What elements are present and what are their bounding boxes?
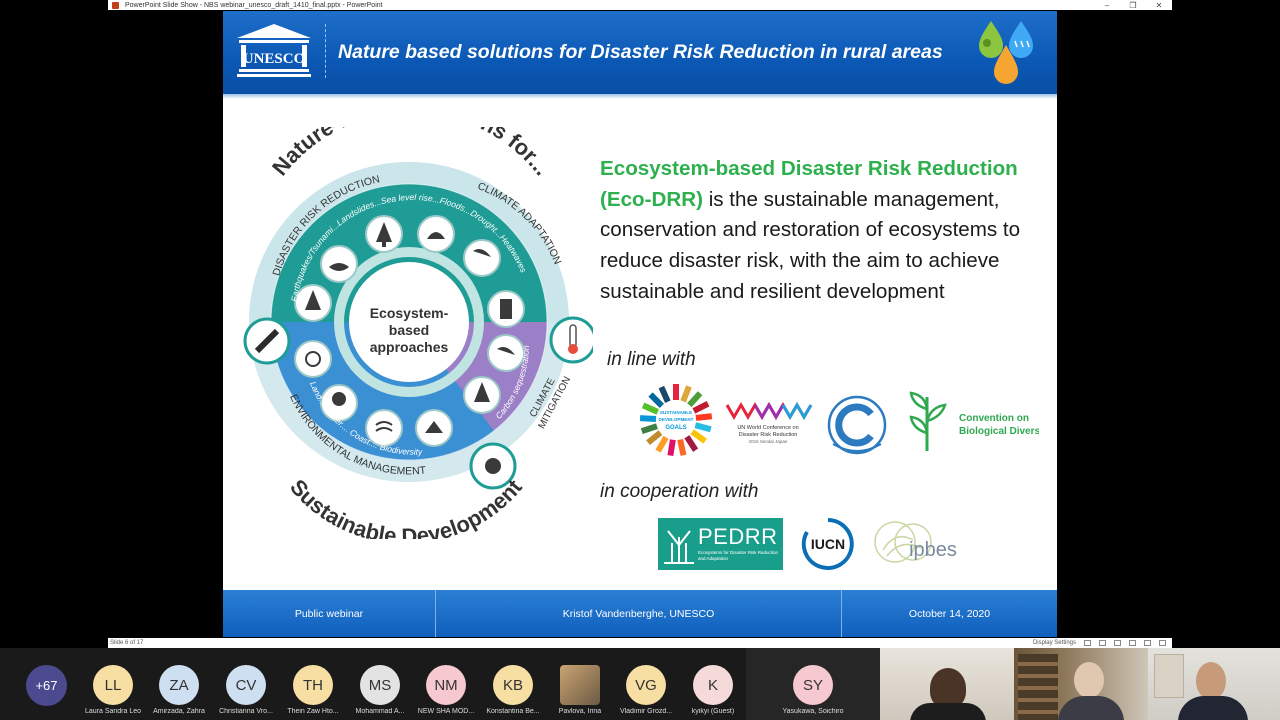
eco-drr-description: Ecosystem-based Disaster Risk Reduction …: [600, 154, 1052, 308]
participant-name: NEW SHA MOD...: [417, 708, 475, 715]
cbd-line1: Convention on: [959, 413, 1029, 424]
participant-name: Amirzada, Zahra: [153, 708, 205, 715]
wheel-center-line3: approaches: [370, 339, 449, 355]
participant-name: Mohammad A...: [355, 708, 405, 715]
powerpoint-icon: [112, 1, 119, 9]
participant-name: Yasukawa, Soichiro: [782, 708, 844, 715]
ipbes-text: ipbes: [909, 539, 957, 561]
pedrr-subtext: Ecosystems for Disaster Risk Reduction a…: [698, 550, 779, 561]
sdg-text-2: DEVELOPMENT: [659, 417, 694, 422]
wcdrr-line2: Disaster Risk Reduction: [739, 432, 798, 438]
pedrr-text: PEDRR: [698, 524, 778, 549]
slide-footer: Public webinar Kristof Vandenberghe, UNE…: [223, 590, 1057, 637]
slide-counter: Slide 6 of 17: [110, 640, 144, 646]
next-slide-icon[interactable]: [1099, 640, 1106, 646]
avatar: KB: [493, 665, 533, 705]
person-head: [1074, 662, 1104, 698]
normal-view-icon[interactable]: [1114, 640, 1121, 646]
participant-video[interactable]: [880, 648, 1014, 720]
participant-tile-active[interactable]: SY Yasukawa, Soichiro: [746, 648, 880, 720]
person-body: [1058, 696, 1124, 720]
water-drops-icon: [979, 21, 1033, 84]
footer-date: October 14, 2020: [908, 607, 991, 620]
prev-slide-icon[interactable]: [1084, 640, 1091, 646]
cbd-logo: Convention on Biological Diversity: [909, 391, 1039, 451]
sdg-logo: SUSTAINABLE DEVELOPMENT GOALS: [639, 384, 713, 457]
sdg-text-1: SUSTAINABLE: [660, 410, 692, 415]
avatar: NM: [426, 665, 466, 705]
footer-event: Public webinar: [223, 590, 436, 637]
avatar-photo: [560, 665, 600, 705]
participant-tile[interactable]: ZA Amirzada, Zahra: [146, 648, 212, 720]
participant-name: Christianna Vro...: [219, 708, 273, 715]
participant-name: Vladimir Grozd...: [619, 708, 673, 715]
person-body: [910, 703, 986, 720]
wcdrr-line1: UN World Conference on: [737, 425, 798, 431]
pedrr-tree-icon: [664, 530, 694, 564]
iucn-logo: IUCN: [801, 518, 854, 570]
participant-name: Konstantina Be...: [486, 708, 540, 715]
close-button[interactable]: ✕: [1146, 1, 1172, 10]
person-body: [1178, 696, 1248, 720]
wcdrr-line3: 2015 Sendai Japan: [749, 439, 788, 444]
in-line-with-label: in line with: [607, 349, 696, 370]
slideshow-status-bar: Slide 6 of 17 Display Settings: [108, 638, 1172, 648]
avatar: TH: [293, 665, 333, 705]
unesco-logo: UNESCO: [237, 24, 311, 77]
avatar: CV: [226, 665, 266, 705]
slide[interactable]: UNESCO Nature based solutions for Disast…: [223, 11, 1057, 637]
participant-tile[interactable]: KB Konstantina Be...: [480, 648, 546, 720]
avatar: VG: [626, 665, 666, 705]
in-cooperation-with-label: in cooperation with: [600, 481, 759, 502]
window-title-bar: PowerPoint Slide Show - NBS webinar_unes…: [108, 0, 1172, 10]
person-head: [930, 668, 966, 708]
avatar: SY: [793, 665, 833, 705]
wheel-center-line1: Ecosystem-: [370, 305, 449, 321]
participant-tile[interactable]: TH Thein Zaw Hto...: [280, 648, 346, 720]
pedrr-logo: PEDRR Ecosystems for Disaster Risk Reduc…: [658, 518, 783, 570]
participant-video[interactable]: [1014, 648, 1148, 720]
participant-name: Laura Sandra Leo: [84, 708, 142, 715]
reading-view-icon[interactable]: [1144, 640, 1151, 646]
participant-tile[interactable]: Pavlova, Irina: [547, 648, 613, 720]
participant-name: Pavlova, Irina: [558, 708, 602, 715]
nature-based-solutions-wheel: Ecosystem- based approaches Nature-based…: [243, 127, 593, 539]
avatar: MS: [360, 665, 400, 705]
person-head: [1196, 662, 1226, 700]
header-shadow: [223, 94, 1057, 99]
participant-tile[interactable]: LL Laura Sandra Leo: [80, 648, 146, 720]
display-settings-button[interactable]: Display Settings: [1033, 640, 1076, 646]
wcdrr-logo: UN World Conference on Disaster Risk Red…: [725, 402, 813, 444]
wheel-center-line2: based: [389, 322, 429, 338]
participant-tile[interactable]: CV Christianna Vro...: [213, 648, 279, 720]
iucn-text: IUCN: [811, 536, 845, 552]
header-divider: [325, 24, 326, 78]
avatar: ZA: [159, 665, 199, 705]
unfccc-logo: [827, 395, 887, 455]
ipbes-logo: ipbes: [874, 521, 957, 563]
avatar: K: [693, 665, 733, 705]
restore-button[interactable]: ❐: [1120, 1, 1146, 10]
sdg-text-3: GOALS: [665, 425, 686, 431]
unesco-logo-text: UNESCO: [243, 51, 306, 67]
participant-tile[interactable]: K kyikyi (Guest): [680, 648, 746, 720]
participant-name: Thein Zaw Hto...: [287, 708, 339, 715]
more-participants-button[interactable]: +67: [26, 665, 67, 706]
participant-name: kyikyi (Guest): [691, 708, 735, 715]
participant-tile[interactable]: VG Vladimir Grozd...: [613, 648, 679, 720]
footer-presenter: Kristof Vandenberghe, UNESCO: [436, 590, 842, 637]
participant-tile[interactable]: NM NEW SHA MOD...: [413, 648, 479, 720]
minimize-button[interactable]: –: [1094, 1, 1120, 10]
slide-sorter-icon[interactable]: [1129, 640, 1136, 646]
slide-title: Nature based solutions for Disaster Risk…: [338, 41, 943, 63]
participant-video[interactable]: [1148, 648, 1280, 720]
wall-chart: [1154, 654, 1184, 698]
avatar: LL: [93, 665, 133, 705]
window-title: PowerPoint Slide Show - NBS webinar_unes…: [125, 1, 383, 9]
participant-tile[interactable]: MS Mohammad A...: [347, 648, 413, 720]
slideshow-icon[interactable]: [1159, 640, 1166, 646]
bookshelf: [1018, 654, 1058, 720]
cbd-line2: Biological Diversity: [959, 426, 1039, 437]
